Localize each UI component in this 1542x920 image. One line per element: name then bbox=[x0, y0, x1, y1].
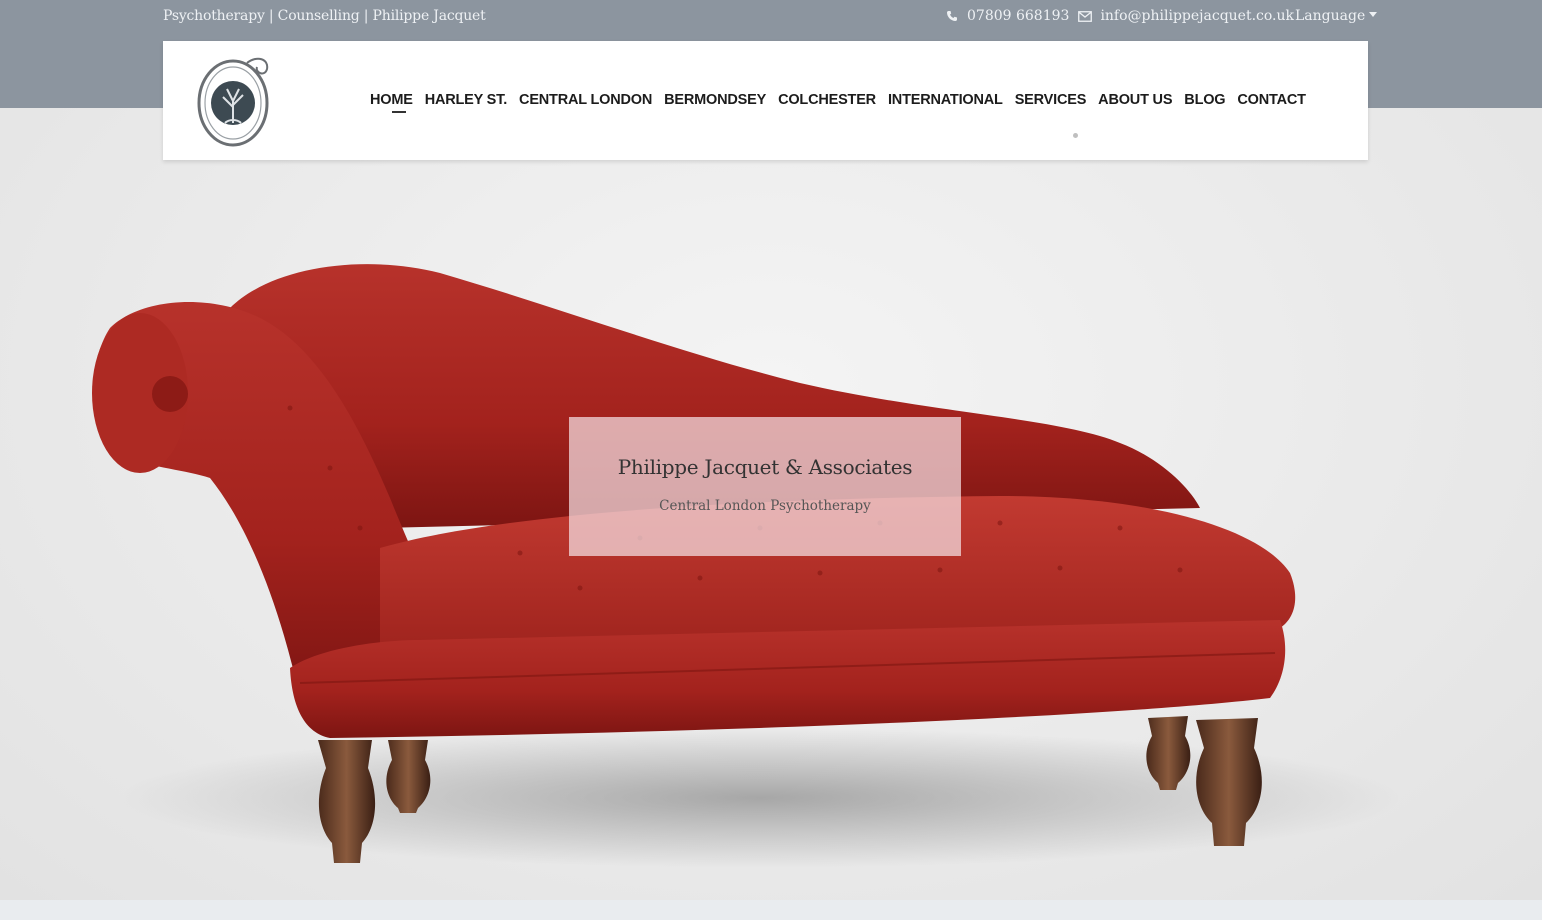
nav-colchester[interactable]: COLCHESTER bbox=[778, 92, 876, 108]
language-dropdown[interactable]: Language bbox=[1295, 8, 1378, 24]
phone-number[interactable]: 07809 668193 bbox=[967, 8, 1069, 24]
hero-title: Philippe Jacquet & Associates bbox=[617, 455, 913, 479]
nav-contact[interactable]: CONTACT bbox=[1237, 92, 1306, 108]
hero-subtitle: Central London Psychotherapy bbox=[659, 498, 871, 514]
nav-services[interactable]: SERVICES bbox=[1015, 92, 1087, 108]
language-label: Language bbox=[1295, 8, 1366, 24]
site-tagline: Psychotherapy | Counselling | Philippe J… bbox=[163, 8, 486, 24]
envelope-icon bbox=[1078, 9, 1093, 23]
nav-about-us[interactable]: ABOUT US bbox=[1098, 92, 1172, 108]
nav-central-london[interactable]: CENTRAL LONDON bbox=[519, 92, 652, 108]
email-link[interactable]: info@philippejacquet.co.uk bbox=[1100, 8, 1294, 24]
bottom-strip bbox=[0, 900, 1542, 920]
caret-down-icon bbox=[1369, 11, 1378, 17]
phone-icon bbox=[945, 9, 959, 23]
main-nav: HOME HARLEY ST. CENTRAL LONDON BERMONDSE… bbox=[370, 92, 1306, 113]
tree-of-life-logo-icon[interactable] bbox=[195, 49, 277, 149]
nav-bermondsey[interactable]: BERMONDSEY bbox=[664, 92, 766, 108]
nav-home[interactable]: HOME bbox=[370, 92, 413, 113]
nav-international[interactable]: INTERNATIONAL bbox=[888, 92, 1003, 108]
hero-caption: Philippe Jacquet & Associates Central Lo… bbox=[569, 417, 961, 556]
nav-blog[interactable]: BLOG bbox=[1184, 92, 1225, 108]
nav-harley-st[interactable]: HARLEY ST. bbox=[425, 92, 508, 108]
dropdown-indicator-icon bbox=[1073, 133, 1078, 138]
contact-info: 07809 668193 info@philippejacquet.co.uk bbox=[945, 8, 1294, 24]
header-nav-card: HOME HARLEY ST. CENTRAL LONDON BERMONDSE… bbox=[163, 41, 1368, 160]
